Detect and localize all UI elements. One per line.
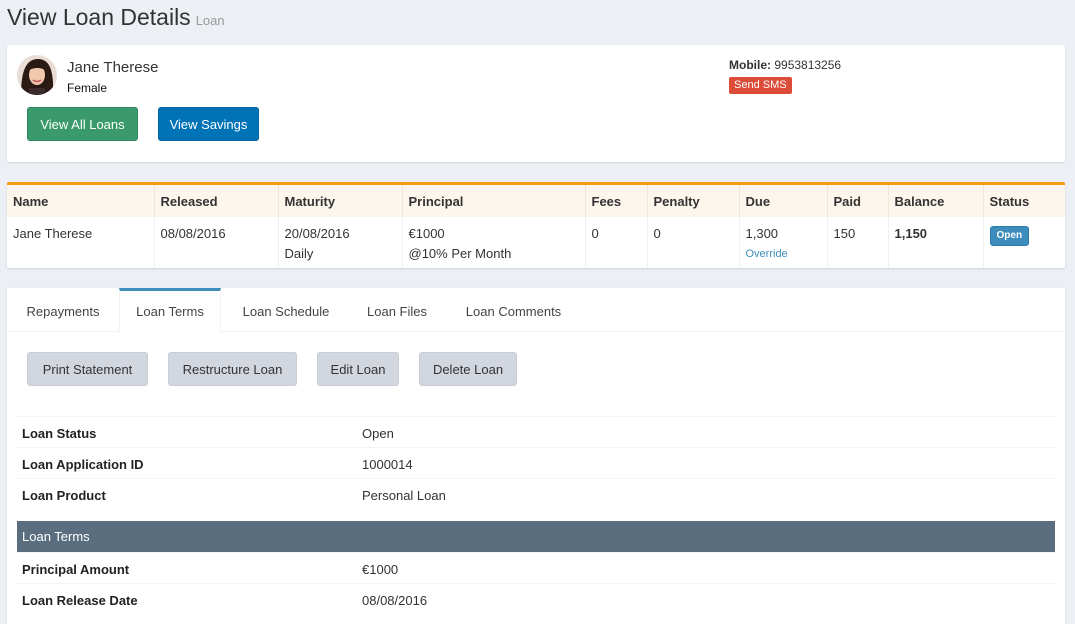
cell-principal: €1000 @10% Per Month [402,217,586,268]
col-header-released: Released [154,185,279,217]
cell-due: 1,300 Override [739,217,828,268]
col-header-principal: Principal [402,185,586,217]
loan-tabs-box: Repayments Loan Terms Loan Schedule Loan… [7,288,1065,624]
col-header-balance: Balance [888,185,984,217]
tab-loan-terms[interactable]: Loan Terms [119,288,221,333]
detail-row-loan-product: Loan Product Personal Loan [17,478,1055,509]
mobile-label: Mobile: [729,58,771,72]
tab-repayments[interactable]: Repayments [7,288,119,332]
maturity-date: 20/08/2016 [284,226,350,241]
table-row: Jane Therese 08/08/2016 20/08/2016 Daily… [7,217,1065,268]
col-header-due: Due [739,185,828,217]
interest-rate: @10% Per Month [408,246,512,261]
detail-row-loan-status: Loan Status Open [17,416,1055,447]
tab-loan-schedule[interactable]: Loan Schedule [225,288,347,332]
borrower-gender: Female [67,81,108,95]
cell-name: Jane Therese [7,217,155,268]
page-header: View Loan Details Loan [7,4,225,34]
view-savings-button[interactable]: View Savings [158,107,259,141]
mobile-number: 9953813256 [774,58,842,72]
detail-value: Open [362,426,394,441]
view-all-loans-button[interactable]: View All Loans [27,107,138,141]
detail-label: Loan Application ID [22,457,144,472]
col-header-fees: Fees [585,185,648,217]
detail-label: Loan Status [22,426,97,441]
print-statement-button[interactable]: Print Statement [27,352,148,386]
tab-loan-files[interactable]: Loan Files [350,288,444,332]
loan-summary-box: Name Released Maturity Principal Fees Pe… [7,182,1065,268]
restructure-loan-button[interactable]: Restructure Loan [168,352,297,386]
principal-amount: €1000 [408,226,445,241]
maturity-frequency: Daily [284,246,314,261]
cell-balance: 1,150 [888,217,984,268]
detail-label: Loan Product [22,488,106,503]
col-header-name: Name [7,185,155,217]
loan-terms-section-header: Loan Terms [17,521,1055,552]
cell-released: 08/08/2016 [154,217,279,268]
loan-summary-table: Name Released Maturity Principal Fees Pe… [7,185,1065,268]
detail-label: Loan Release Date [22,593,138,608]
detail-label: Principal Amount [22,562,130,577]
send-sms-button[interactable]: Send SMS [729,77,792,94]
override-link[interactable]: Override [746,244,821,264]
status-badge: Open [989,226,1030,246]
cell-penalty: 0 [647,217,740,268]
cell-status: Open [983,217,1065,268]
borrower-profile-box: Jane Therese Female Mobile: 9953813256 S… [7,45,1065,162]
cell-maturity: 20/08/2016 Daily [278,217,403,268]
detail-row-principal-amount: Principal Amount €1000 [17,552,1055,583]
detail-value: Personal Loan [362,488,446,503]
detail-value: €1000 [362,562,399,577]
borrower-name: Jane Therese [67,59,159,76]
table-header-row: Name Released Maturity Principal Fees Pe… [7,185,1065,217]
page-subtitle: Loan [195,13,225,28]
detail-value: 08/08/2016 [362,593,428,608]
tab-bar: Repayments Loan Terms Loan Schedule Loan… [7,288,1065,333]
detail-row-application-id: Loan Application ID 1000014 [17,447,1055,478]
detail-row-release-date: Loan Release Date 08/08/2016 [17,583,1055,614]
delete-loan-button[interactable]: Delete Loan [419,352,517,386]
col-header-penalty: Penalty [647,185,740,217]
cell-paid: 150 [827,217,889,268]
detail-value: 1000014 [362,457,413,472]
tab-loan-comments[interactable]: Loan Comments [447,288,580,332]
col-header-maturity: Maturity [278,185,403,217]
due-amount: 1,300 [745,226,779,241]
col-header-paid: Paid [827,185,889,217]
cell-fees: 0 [585,217,648,268]
avatar [17,55,57,95]
mobile-info: Mobile: 9953813256 [729,58,841,72]
edit-loan-button[interactable]: Edit Loan [317,352,399,386]
col-header-status: Status [983,185,1065,217]
page-title: View Loan Details [7,4,191,30]
balance-amount: 1,150 [894,226,928,241]
